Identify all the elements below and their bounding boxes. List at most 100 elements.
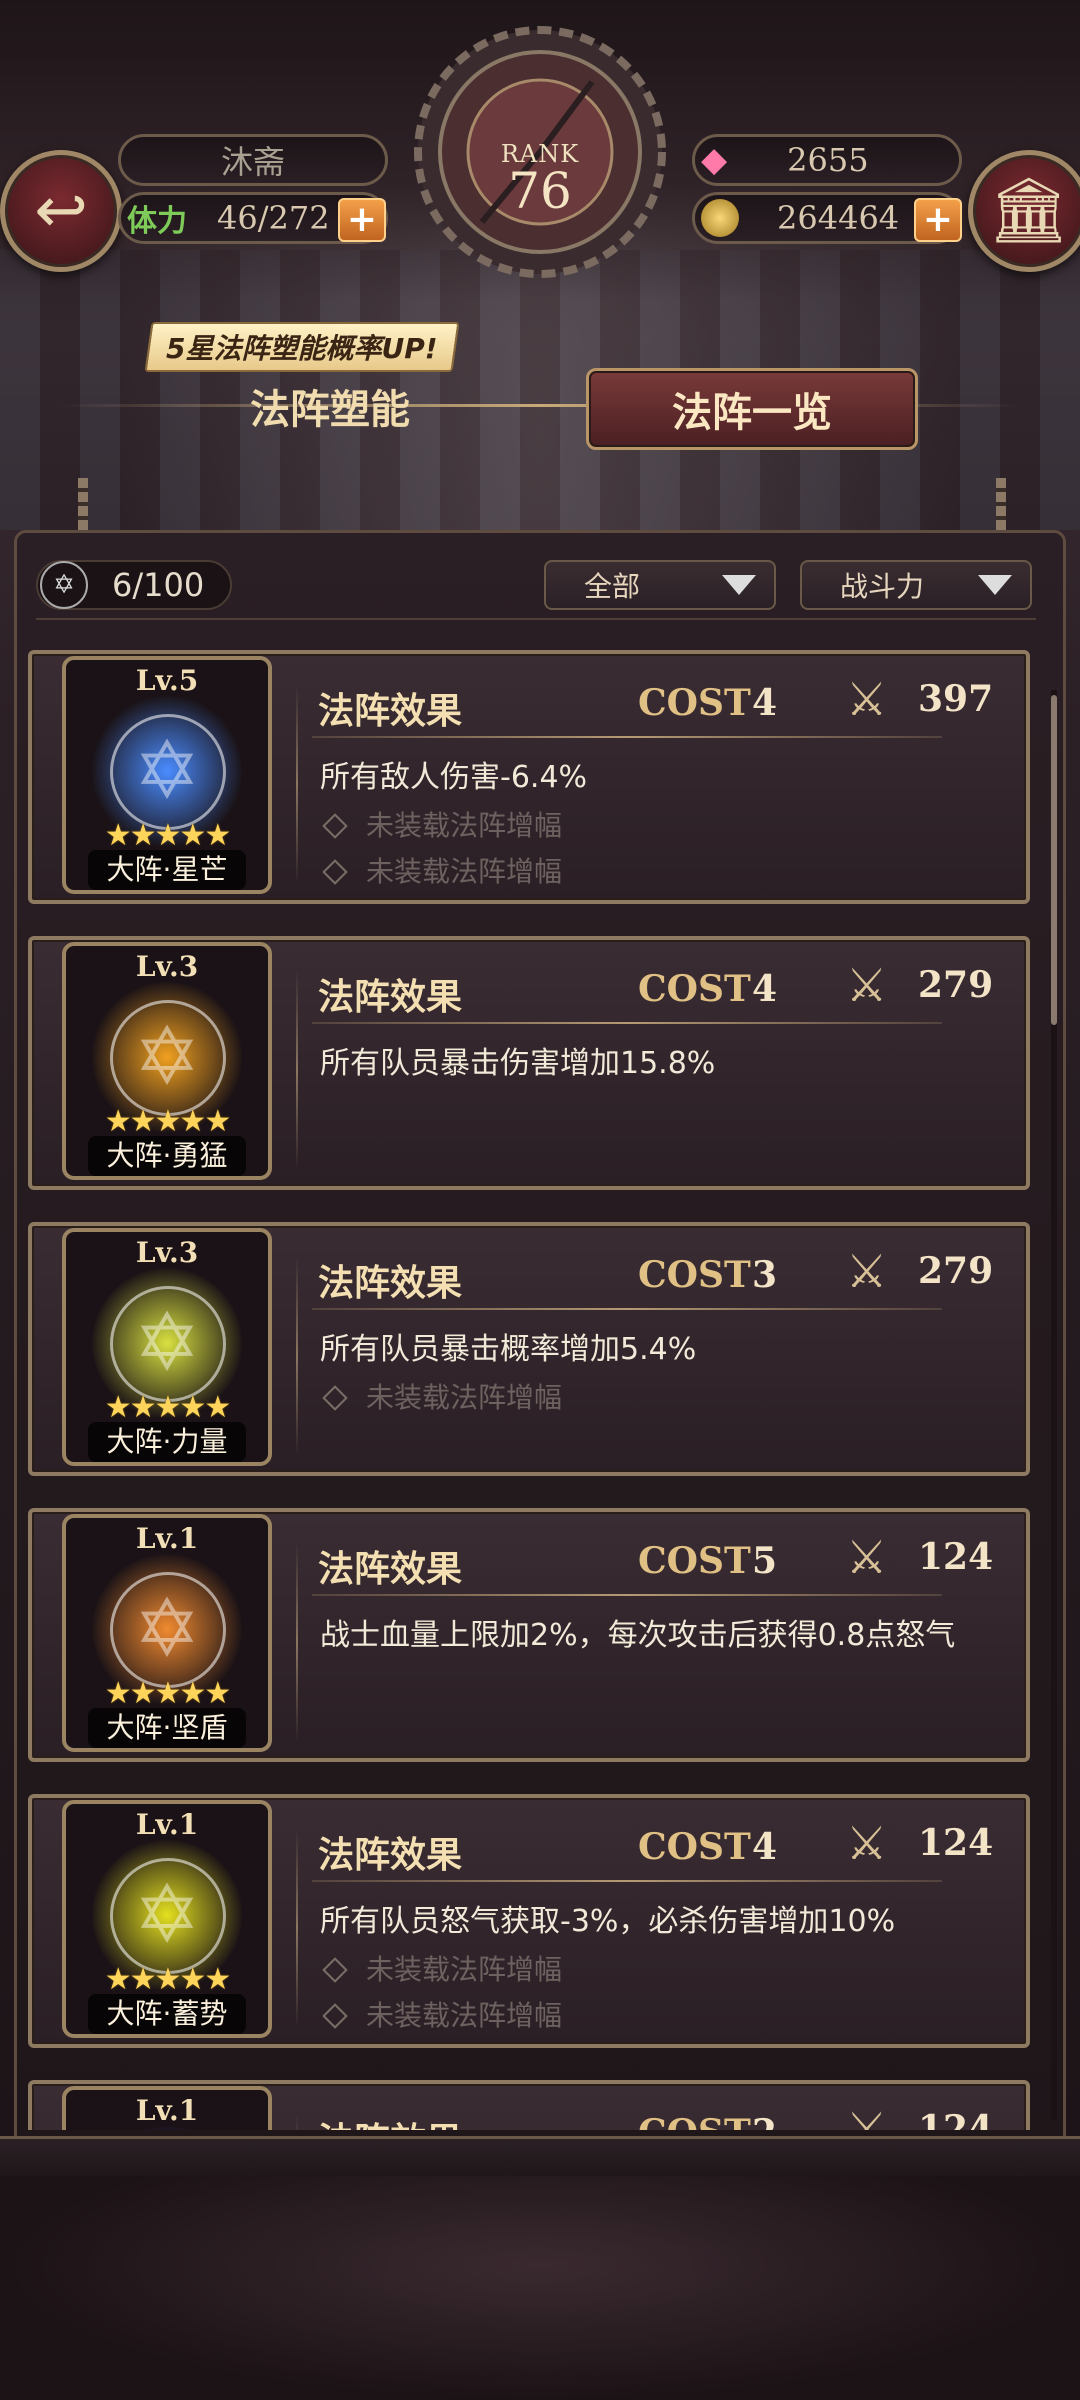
crossed-swords-icon: ⚔	[846, 1244, 888, 1298]
cost-label: COST	[638, 1826, 751, 1868]
combat-power: 124	[918, 1822, 994, 1864]
promo-tag: 5星法阵塑能概率UP!	[144, 322, 460, 372]
effect-title: 法阵效果	[318, 2112, 462, 2130]
card-divider	[312, 1308, 942, 1310]
gem-icon: ◆	[701, 140, 728, 180]
cost-label: COST	[638, 2112, 751, 2130]
card-divider	[312, 1594, 942, 1596]
effect-text: 所有敌人伤害-6.4%	[320, 760, 588, 795]
formation-card[interactable]: Lv.5 ★★★★★大阵·星芒 法阵效果 COST4 ⚔ 397 所有敌人伤害-6.4% 未装…	[28, 650, 1030, 904]
crossed-swords-icon: ⚔	[846, 672, 888, 726]
effect-text: 战士血量上限加2%，每次攻击后获得0.8点怒气	[320, 1618, 956, 1653]
slot-label: 未装载法阵增幅	[366, 1999, 563, 2032]
sort-value: 战斗力	[840, 570, 925, 603]
empty-amplifier-slot[interactable]: 未装载法阵增幅	[322, 1994, 562, 2034]
chevron-down-icon	[978, 575, 1012, 595]
slot-label: 未装载法阵增幅	[366, 855, 563, 888]
cost-value: 4	[752, 682, 778, 724]
formation-card[interactable]: Lv.3 ★★★★★大阵·力量 法阵效果 COST3 ⚔ 279 所有队员暴击概率增加5.4…	[28, 1222, 1030, 1476]
cost-value: 4	[752, 1826, 778, 1868]
capacity-count: 6/100	[112, 566, 205, 604]
card-divider	[312, 1022, 942, 1024]
formation-portrait[interactable]: Lv.5 ★★★★★大阵·星芒	[62, 656, 272, 894]
formation-level: Lv.1	[135, 1808, 199, 1841]
diamond-icon	[322, 813, 348, 839]
effect-title: 法阵效果	[318, 1548, 463, 1590]
cost-value: 3	[752, 1254, 778, 1296]
card-vertical-divider	[296, 1828, 298, 2028]
combat-power: 279	[918, 964, 994, 1006]
card-vertical-divider	[296, 1256, 298, 1456]
formation-name: 大阵·蓄势	[88, 1994, 246, 2034]
formation-level: Lv.5	[135, 664, 199, 697]
formation-card[interactable]: Lv.1 法阵效果 COST2 ⚔ 124	[28, 2080, 1030, 2130]
diamond-icon	[322, 1957, 348, 1983]
category-dropdown[interactable]: 全部	[544, 560, 776, 610]
capacity-pill: ✡ 6/100	[36, 560, 232, 610]
star-rating: ★★★★★	[104, 1104, 231, 1139]
cost-value: 5	[752, 1540, 778, 1582]
hexagram-icon: ✡	[40, 561, 88, 609]
star-rating: ★★★★★	[104, 1676, 231, 1711]
chain-left	[78, 478, 88, 538]
formation-card[interactable]: Lv.3 ★★★★★大阵·勇猛 法阵效果 COST4 ⚔ 279 所有队员暴击伤害增加15.…	[28, 936, 1030, 1190]
panel-bottom-frame	[0, 2136, 1080, 2179]
empty-amplifier-slot[interactable]: 未装载法阵增幅	[322, 1376, 562, 1416]
card-vertical-divider	[296, 970, 298, 1170]
formation-card[interactable]: Lv.1 ★★★★★大阵·蓄势 法阵效果 COST4 ⚔ 124 所有队员怒气获取-3%，必…	[28, 1794, 1030, 2048]
crossed-swords-icon: ⚔	[846, 958, 888, 1012]
sort-dropdown[interactable]: 战斗力	[800, 560, 1032, 610]
card-divider	[312, 1880, 942, 1882]
combat-power: 124	[918, 1536, 994, 1578]
diamond-icon	[322, 859, 348, 885]
formation-name: 大阵·坚盾	[88, 1708, 246, 1748]
formation-portrait[interactable]: Lv.1 ★★★★★大阵·蓄势	[62, 1800, 272, 2038]
effect-text: 所有队员暴击伤害增加15.8%	[320, 1046, 716, 1081]
crossed-swords-icon: ⚔	[846, 1530, 888, 1584]
slot-label: 未装载法阵增幅	[366, 1381, 563, 1414]
scrollbar-thumb[interactable]	[1051, 695, 1057, 1025]
effect-title: 法阵效果	[318, 690, 463, 732]
star-rating: ★★★★★	[104, 818, 231, 853]
card-vertical-divider	[296, 1542, 298, 1742]
formation-name: 大阵·勇猛	[88, 1136, 246, 1176]
formation-portrait[interactable]: Lv.3 ★★★★★大阵·力量	[62, 1228, 272, 1466]
tab-formation-charge[interactable]: 法阵塑能	[150, 368, 510, 444]
crossed-swords-icon: ⚔	[846, 1816, 888, 1870]
card-divider	[312, 736, 942, 738]
bottom-decor	[0, 2176, 1080, 2400]
cost-label: COST	[638, 968, 751, 1010]
formation-level: Lv.1	[135, 1522, 199, 1555]
diamond-icon	[322, 1385, 348, 1411]
empty-amplifier-slot[interactable]: 未装载法阵增幅	[322, 804, 562, 844]
slot-label: 未装载法阵增幅	[366, 809, 563, 842]
card-vertical-divider	[296, 2114, 298, 2130]
chain-right	[996, 478, 1006, 538]
coin-icon	[701, 199, 739, 237]
formation-name: 大阵·星芒	[88, 850, 246, 890]
tab-formation-list[interactable]: 法阵一览	[586, 368, 918, 450]
chevron-down-icon	[722, 575, 756, 595]
empty-amplifier-slot[interactable]: 未装载法阵增幅	[322, 1948, 562, 1988]
category-value: 全部	[584, 570, 641, 603]
formation-card[interactable]: Lv.1 ★★★★★大阵·坚盾 法阵效果 COST5 ⚔ 124 战士血量上限加2%，每次攻…	[28, 1508, 1030, 1762]
effect-title: 法阵效果	[318, 1262, 463, 1304]
formation-portrait[interactable]: Lv.1	[62, 2086, 272, 2130]
empty-amplifier-slot[interactable]: 未装载法阵增幅	[322, 850, 562, 890]
formation-level: Lv.3	[135, 1236, 199, 1269]
cost-label: COST	[638, 682, 751, 724]
formation-level: Lv.1	[135, 2094, 199, 2127]
formation-portrait[interactable]: Lv.3 ★★★★★大阵·勇猛	[62, 942, 272, 1180]
slot-label: 未装载法阵增幅	[366, 1953, 563, 1986]
effect-title: 法阵效果	[318, 976, 463, 1018]
formation-list: Lv.5★★★★★大阵·星芒法阵效果COST4⚔397所有敌人伤害-6.4%未装…	[28, 650, 1038, 2130]
star-rating: ★★★★★	[104, 1962, 231, 1997]
formation-level: Lv.3	[135, 950, 199, 983]
effect-title: 法阵效果	[318, 1834, 463, 1876]
combat-power: 124	[918, 2108, 994, 2130]
add-gold-button[interactable]: +	[914, 198, 962, 242]
formation-portrait[interactable]: Lv.1 ★★★★★大阵·坚盾	[62, 1514, 272, 1752]
diamond-icon	[322, 2003, 348, 2029]
card-vertical-divider	[296, 684, 298, 884]
cost-label: COST	[638, 1254, 751, 1296]
